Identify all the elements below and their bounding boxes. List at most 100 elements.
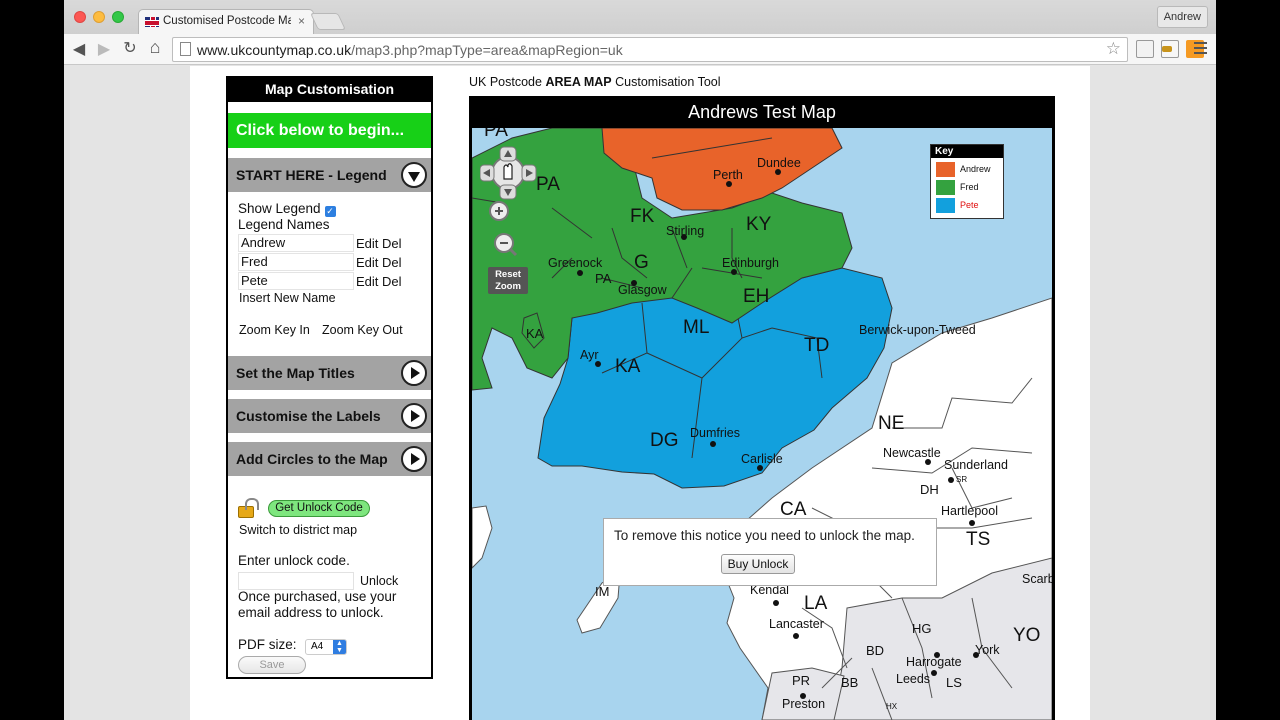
legend-section-header[interactable]: START HERE - Legend	[228, 158, 431, 192]
area-label-ka: KA	[526, 326, 544, 341]
expand-arrow-icon[interactable]	[401, 446, 427, 472]
enter-unlock-label: Enter unlock code.	[238, 553, 350, 568]
place-newcastle: Newcastle	[883, 446, 941, 460]
reset-zoom-button[interactable]: Reset Zoom	[488, 267, 528, 294]
begin-banner: Click below to begin...	[228, 113, 431, 148]
area-label-bd: BD	[866, 643, 884, 658]
place-hartlepool: Hartlepool	[941, 504, 998, 518]
close-window-button[interactable]	[74, 11, 86, 23]
area-label-dg: DG	[650, 430, 679, 451]
legend-name-field[interactable]: Andrew	[238, 234, 354, 252]
url-path: /map3.php?mapType=area&mapRegion=uk	[351, 42, 623, 58]
area-label-la: LA	[804, 593, 828, 614]
tool-title-suffix: Customisation Tool	[611, 75, 721, 89]
legend-name-field[interactable]: Pete	[238, 272, 354, 290]
extension-doc-badge-icon	[1162, 46, 1172, 52]
labels-section-header[interactable]: Customise the Labels	[228, 399, 431, 433]
forward-arrow-icon[interactable]: ▶	[95, 39, 113, 59]
tab-bar: Customised Postcode Map × Andrew	[64, 0, 1216, 35]
unlock-button[interactable]: Unlock	[360, 574, 398, 588]
legend-name-field[interactable]: Fred	[238, 253, 354, 271]
legend-swatch	[936, 198, 955, 213]
get-unlock-code-button[interactable]: Get Unlock Code	[268, 500, 370, 517]
area-label-sr: SR	[956, 475, 967, 484]
place-ayr: Ayr	[580, 348, 599, 362]
zoom-key-out-button[interactable]: Zoom Key Out	[322, 323, 403, 337]
place-dundee: Dundee	[757, 156, 801, 170]
place-harrogate: Harrogate	[906, 655, 962, 669]
circles-section-header[interactable]: Add Circles to the Map	[228, 442, 431, 476]
expand-arrow-icon[interactable]	[401, 403, 427, 429]
uk-flag-icon	[145, 17, 159, 27]
switch-district-link[interactable]: Switch to district map	[239, 523, 357, 537]
edit-delete-links[interactable]: Edit Del	[356, 274, 402, 289]
browser-tab[interactable]: Customised Postcode Map ×	[138, 9, 314, 35]
area-label-im: IM	[595, 584, 609, 599]
menu-icon[interactable]	[1194, 42, 1207, 57]
pan-control[interactable]	[480, 146, 537, 200]
place-leeds: Leeds	[896, 672, 930, 686]
profile-button[interactable]: Andrew	[1156, 6, 1208, 28]
tool-title-bold: AREA MAP	[545, 75, 612, 89]
tab-close-icon[interactable]: ×	[298, 14, 305, 28]
unlock-notice-message: To remove this notice you need to unlock…	[614, 528, 915, 543]
reload-icon[interactable]: ↻	[121, 38, 139, 58]
insert-new-name-link[interactable]: Insert New Name	[239, 291, 336, 305]
buy-unlock-button[interactable]: Buy Unlock	[721, 554, 795, 574]
home-icon[interactable]: ⌂	[146, 37, 164, 58]
place-glasgow: Glasgow	[618, 283, 668, 297]
expand-arrow-icon[interactable]	[401, 360, 427, 386]
web-page: Map Customisation Click below to begin..…	[190, 66, 1090, 720]
zoom-window-button[interactable]	[112, 11, 124, 23]
zoom-in-icon[interactable]	[489, 201, 509, 221]
labels-section-label: Customise the Labels	[236, 408, 381, 424]
place-carlisle: Carlisle	[741, 452, 783, 466]
show-legend-checkbox[interactable]: ✓	[324, 206, 336, 217]
circles-section-label: Add Circles to the Map	[236, 451, 388, 467]
extension-note-icon[interactable]	[1136, 40, 1154, 58]
pdf-size-value: A4	[311, 641, 324, 652]
area-label-ky: KY	[746, 214, 772, 235]
city-dot	[773, 600, 779, 606]
place-berwick: Berwick-upon-Tweed	[859, 323, 976, 337]
place-lancaster: Lancaster	[769, 617, 824, 631]
place-stirling: Stirling	[666, 224, 704, 238]
save-button[interactable]: Save	[238, 656, 306, 674]
customisation-panel: Map Customisation Click below to begin..…	[226, 76, 433, 679]
bookmark-star-icon[interactable]: ☆	[1106, 39, 1121, 59]
unlock-code-input[interactable]	[238, 572, 354, 590]
area-label-fk: FK	[630, 206, 655, 227]
url-host: www.ukcountymap.co.uk	[197, 42, 352, 58]
back-arrow-icon[interactable]: ◀	[70, 39, 88, 59]
browser-toolbar: ◀ ▶ ↻ ⌂ www.ukcountymap.co.uk/map3.php?m…	[64, 34, 1216, 65]
minimize-window-button[interactable]	[93, 11, 105, 23]
titles-section-header[interactable]: Set the Map Titles	[228, 356, 431, 390]
browser-window: Customised Postcode Map × Andrew ◀ ▶ ↻ ⌂…	[64, 0, 1216, 720]
collapse-arrow-icon[interactable]	[401, 162, 427, 188]
city-dot	[793, 633, 799, 639]
area-label-ka: KA	[615, 356, 641, 377]
edit-delete-links[interactable]: Edit Del	[356, 236, 402, 251]
area-label-dd: DD	[784, 128, 811, 133]
zoom-out-icon[interactable]	[494, 233, 518, 257]
map-navigation-controls[interactable]	[480, 145, 540, 265]
address-bar[interactable]: www.ukcountymap.co.uk/map3.php?mapType=a…	[172, 37, 1128, 62]
area-label-ca: CA	[780, 499, 807, 520]
city-dot	[931, 670, 937, 676]
area-label-bb: BB	[841, 675, 858, 690]
panel-title: Map Customisation	[228, 78, 431, 102]
legend-item-label: Pete	[960, 200, 979, 210]
zoom-key-in-button[interactable]: Zoom Key In	[239, 323, 310, 337]
area-label-pa: PA	[595, 271, 612, 286]
new-tab-button[interactable]	[310, 13, 346, 30]
place-edinburgh: Edinburgh	[722, 256, 779, 270]
place-sunderland: Sunderland	[944, 458, 1008, 472]
tab-title: Customised Postcode Map	[163, 15, 291, 27]
tool-title-prefix: UK Postcode	[469, 75, 546, 89]
pdf-size-select[interactable]: A4 ▲ ▼	[305, 639, 347, 655]
edit-delete-links[interactable]: Edit Del	[356, 255, 402, 270]
show-legend-label: Show Legend	[238, 201, 321, 216]
city-dot	[577, 270, 583, 276]
place-preston: Preston	[782, 697, 825, 711]
place-dumfries: Dumfries	[690, 426, 740, 440]
